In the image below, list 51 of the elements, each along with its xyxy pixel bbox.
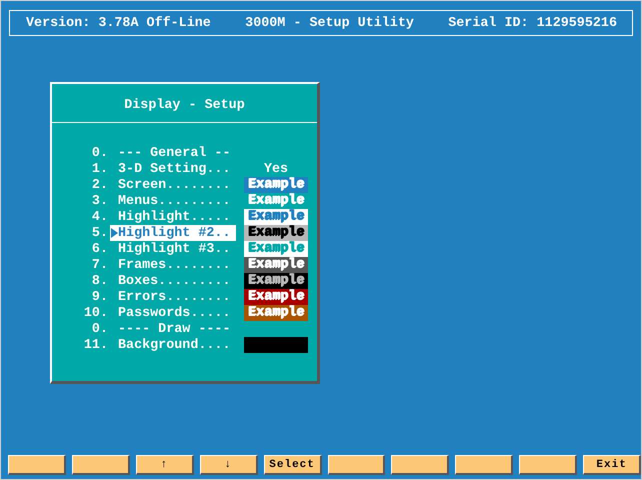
example-text: Example bbox=[248, 195, 304, 207]
example-text: Example bbox=[248, 275, 304, 287]
app-title: 3000M - Setup Utility bbox=[245, 16, 414, 30]
example-text: Example bbox=[248, 259, 304, 271]
function-key[interactable]: ↓ bbox=[200, 455, 258, 475]
menu-item[interactable]: Menus......... bbox=[110, 193, 236, 209]
item-number: 4. bbox=[90, 210, 108, 224]
item-number: 2. bbox=[90, 178, 108, 192]
example-text: Example bbox=[248, 211, 304, 223]
menu-item[interactable]: Boxes......... bbox=[110, 273, 236, 289]
blank-function-key[interactable] bbox=[8, 455, 66, 475]
menu-item[interactable]: Highlight #3.. bbox=[110, 241, 236, 257]
blank-function-key[interactable] bbox=[328, 455, 386, 475]
example-text: Example bbox=[248, 307, 304, 319]
function-key[interactable]: ↑ bbox=[136, 455, 194, 475]
example-text: Example bbox=[248, 291, 304, 303]
example-text: Example bbox=[248, 179, 304, 191]
menu-item[interactable]: Background.... bbox=[110, 337, 236, 353]
item-number: 0. bbox=[90, 146, 108, 160]
item-number: 1. bbox=[90, 162, 108, 176]
blank-function-key[interactable] bbox=[519, 455, 578, 475]
example-text: Example bbox=[248, 227, 304, 239]
blank-function-key[interactable] bbox=[455, 455, 514, 475]
menu-item[interactable]: Errors........ bbox=[110, 289, 236, 305]
item-number: 7. bbox=[90, 258, 108, 272]
menu-item[interactable]: Passwords..... bbox=[110, 305, 236, 321]
function-key[interactable]: Exit bbox=[583, 455, 641, 475]
item-number: 10. bbox=[82, 306, 108, 320]
version-text: Version: 3.78A Off-Line bbox=[26, 16, 211, 30]
section-heading: ---- Draw ---- bbox=[117, 321, 232, 337]
item-number: 11. bbox=[82, 338, 108, 352]
item-number: 0. bbox=[90, 322, 108, 336]
item-number: 5. bbox=[90, 226, 108, 240]
section-heading: --- General -- bbox=[117, 145, 232, 161]
menu-item[interactable]: Highlight..... bbox=[110, 209, 236, 225]
item-number: 3. bbox=[90, 194, 108, 208]
pointer-icon bbox=[111, 228, 118, 238]
blank-function-key[interactable] bbox=[72, 455, 130, 475]
menu-item[interactable]: 3-D Setting... bbox=[110, 161, 236, 177]
dialog-title: Display - Setup bbox=[124, 96, 245, 112]
setting-value: Yes bbox=[262, 162, 290, 176]
item-number: 9. bbox=[90, 290, 108, 304]
serial-text: Serial ID: 1129595216 bbox=[448, 16, 617, 30]
menu-item[interactable]: Highlight #2.. bbox=[110, 225, 236, 241]
item-number: 8. bbox=[90, 274, 108, 288]
blank-function-key[interactable] bbox=[391, 455, 450, 475]
item-number: 6. bbox=[90, 242, 108, 256]
menu-item[interactable]: Frames........ bbox=[110, 257, 236, 273]
example-text: Example bbox=[248, 243, 304, 255]
menu-item[interactable]: Screen........ bbox=[110, 177, 236, 193]
function-key[interactable]: Select bbox=[264, 455, 322, 475]
